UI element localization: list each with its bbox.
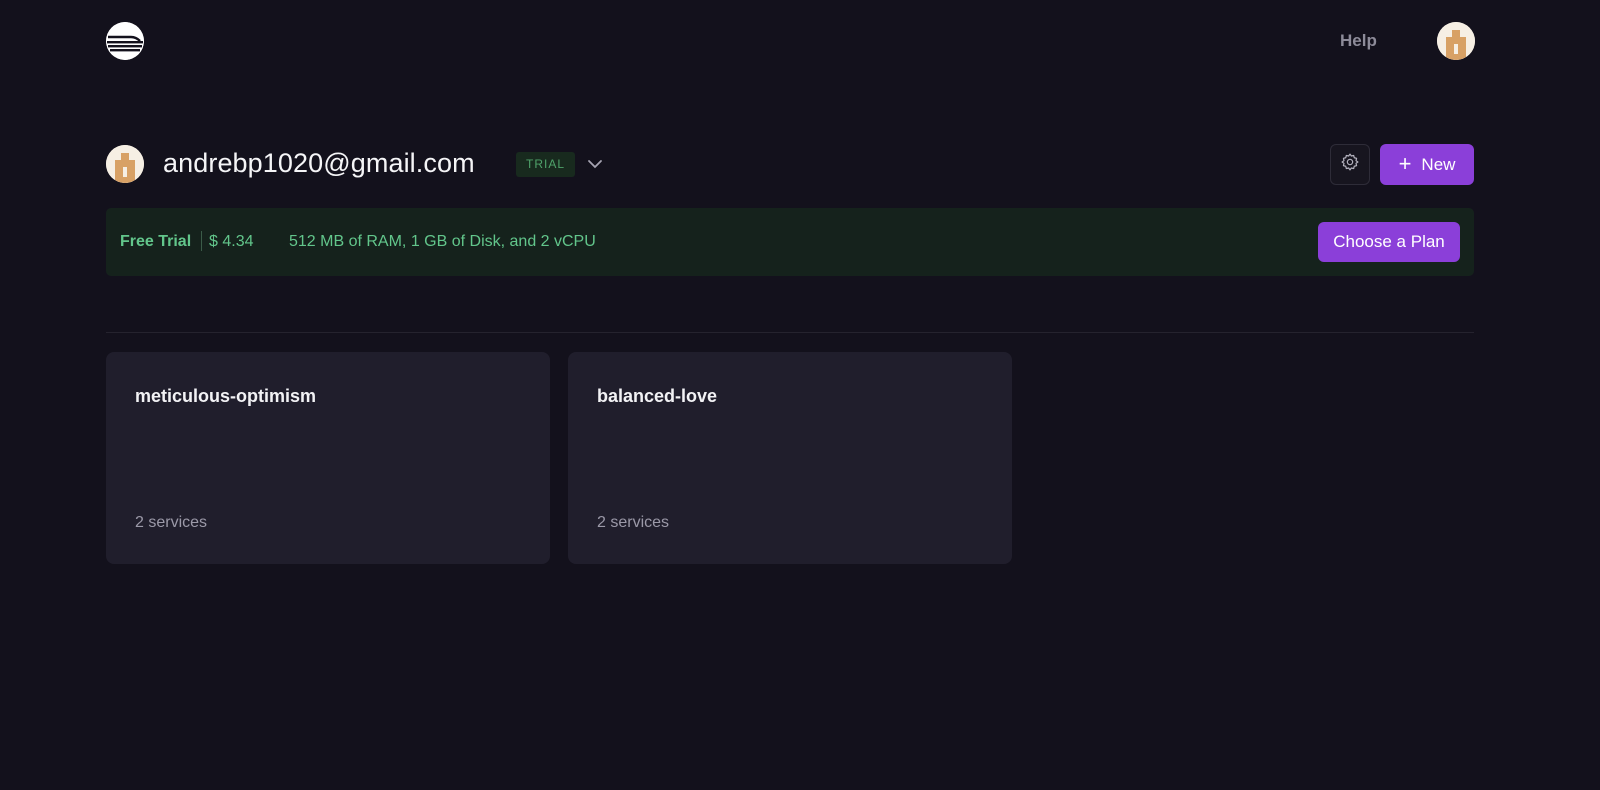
account-avatar-icon [106,145,144,183]
project-name: balanced-love [597,386,718,406]
top-navigation: Help [0,0,1600,80]
section-divider [106,332,1474,333]
gear-icon [1340,152,1360,177]
user-avatar-icon[interactable] [1437,22,1475,60]
account-email[interactable]: andrebp1020@gmail.com [163,148,475,179]
settings-button[interactable] [1330,144,1370,185]
help-link[interactable]: Help [1340,31,1377,51]
new-button-label: New [1421,154,1456,174]
banner-separator [201,231,202,251]
new-project-button[interactable]: + New [1380,144,1474,185]
project-services-count: 2 services [135,514,208,531]
free-trial-label: Free Trial [120,233,192,250]
chevron-down-icon[interactable] [585,154,605,174]
project-card[interactable]: meticulous-optimism 2 services [106,352,550,564]
project-services-count: 2 services [597,514,670,531]
trial-balance: $ 4.34 [209,233,254,250]
project-card[interactable]: balanced-love 2 services [568,352,1012,564]
trial-badge: TRIAL [516,152,576,177]
railway-logo-icon[interactable] [106,22,144,60]
project-name: meticulous-optimism [135,386,317,406]
choose-plan-button[interactable]: Choose a Plan [1318,222,1460,262]
trial-resources: 512 MB of RAM, 1 GB of Disk, and 2 vCPU [289,233,596,250]
trial-banner: Free Trial $ 4.34 512 MB of RAM, 1 GB of… [106,208,1474,276]
plus-icon: + [1398,150,1412,176]
